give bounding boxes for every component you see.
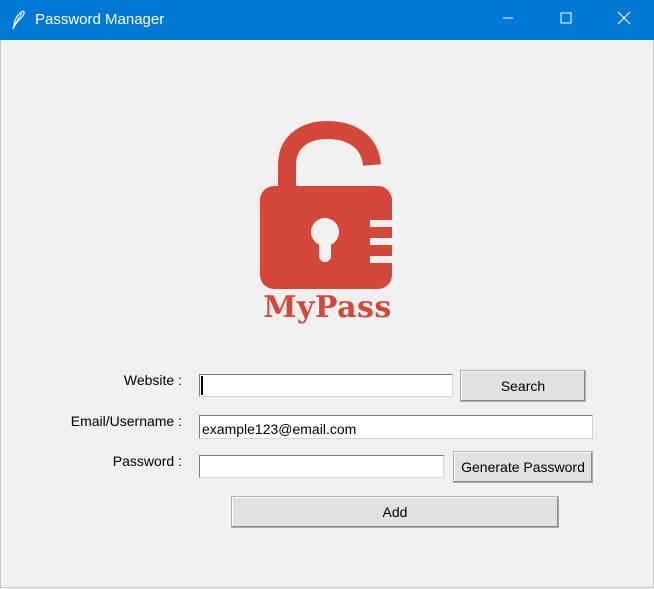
minimize-button[interactable] (485, 0, 531, 40)
text-cursor (201, 376, 203, 395)
window-title: Password Manager (35, 11, 165, 28)
search-button[interactable]: Search (460, 370, 586, 402)
close-button[interactable] (601, 0, 647, 40)
generate-password-button[interactable]: Generate Password (453, 451, 593, 483)
password-input[interactable] (199, 455, 444, 478)
title-bar: Password Manager (0, 0, 654, 40)
website-label: Website : (123, 372, 182, 388)
website-input[interactable] (199, 374, 453, 397)
feather-icon (10, 10, 28, 30)
logo-text: MyPass (263, 290, 392, 325)
maximize-button[interactable] (543, 0, 589, 40)
maximize-icon (560, 11, 572, 29)
add-button[interactable]: Add (231, 496, 559, 528)
email-label: Email/Username : (70, 413, 182, 429)
minimize-icon (502, 11, 514, 29)
email-input[interactable] (199, 415, 593, 439)
close-icon (617, 11, 631, 30)
password-label: Password : (112, 453, 182, 469)
